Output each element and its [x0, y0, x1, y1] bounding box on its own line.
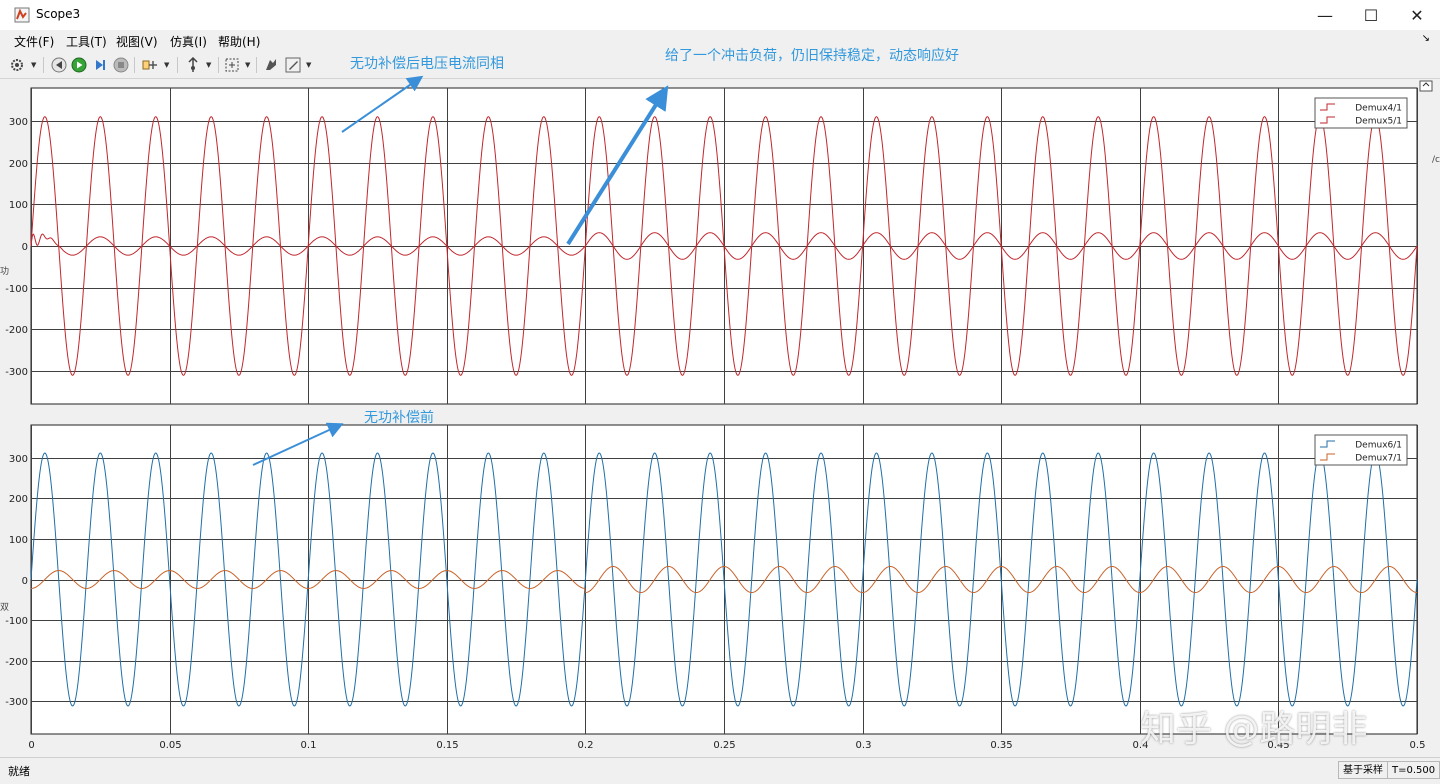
y-tick-label: -300 — [5, 367, 28, 378]
y-tick-label: 0 — [22, 242, 28, 253]
undock-icon[interactable]: ↘ — [1422, 33, 1430, 44]
minimize-button[interactable]: — — [1302, 0, 1348, 30]
status-ready: 就绪 — [8, 765, 30, 778]
annotation-impact-load: 给了一个冲击负荷，仍旧保持稳定，动态响应好 — [665, 48, 959, 64]
highlight-icon[interactable] — [262, 56, 280, 74]
x-tick-label: 0.5 — [1410, 740, 1426, 751]
run-icon[interactable] — [70, 56, 88, 74]
watermark-text: 知乎 @路明非 — [1140, 709, 1368, 750]
sampling-mode-indicator: 基于采样 — [1338, 761, 1388, 779]
y-tick-label: -100 — [5, 616, 28, 627]
close-icon: ✕ — [1410, 5, 1424, 25]
legend-label: Demux4/1 — [1355, 104, 1402, 114]
y-tick-label: 200 — [9, 494, 28, 505]
x-tick-label: 0.3 — [856, 740, 872, 751]
y-tick-label: 200 — [9, 159, 28, 170]
annotation-compensated: 无功补偿后电压电流同相 — [350, 56, 504, 72]
menu-file[interactable]: 文件(F) — [14, 33, 54, 50]
zoom-fit-icon[interactable] — [223, 56, 241, 74]
step-forward-icon[interactable] — [91, 56, 109, 74]
y-tick-label: -200 — [5, 325, 28, 336]
gear-icon[interactable] — [8, 56, 26, 74]
annotation-uncompensated: 无功补偿前 — [364, 410, 434, 426]
edit-style-icon[interactable] — [284, 56, 302, 74]
y-tick-label: 300 — [9, 454, 28, 465]
background-window-fragment: 双 — [0, 603, 10, 613]
style-dropdown-icon[interactable]: ▼ — [306, 61, 311, 69]
x-tick-label: 0.2 — [578, 740, 594, 751]
y-tick-label: 0 — [22, 576, 28, 587]
cursor-icon[interactable] — [184, 56, 202, 74]
minimize-icon: — — [1317, 5, 1333, 25]
settings-dropdown-icon[interactable]: ▼ — [31, 61, 36, 69]
signal-selector-icon[interactable] — [141, 56, 159, 74]
maximize-button[interactable]: ☐ — [1348, 0, 1394, 30]
legend[interactable]: Demux6/1 Demux7/1 — [1314, 434, 1408, 466]
background-window-fragment: /c — [1432, 155, 1440, 165]
title-bar: Scope3 — ☐ ✕ — [0, 0, 1440, 30]
menu-help[interactable]: 帮助(H) — [218, 33, 260, 50]
x-tick-label: 0 — [28, 740, 34, 751]
menu-simulation[interactable]: 仿真(I) — [170, 33, 207, 50]
menu-tools[interactable]: 工具(T) — [66, 33, 107, 50]
scope-axes-1[interactable]: 300 200 100 0 -100 -200 -300 Demux4/1 Demux5/1 — [5, 87, 1418, 405]
x-tick-label: 0.1 — [301, 740, 317, 751]
stop-icon[interactable] — [112, 56, 130, 74]
menu-view[interactable]: 视图(V) — [116, 33, 158, 50]
signal-dropdown-icon[interactable]: ▼ — [164, 61, 169, 69]
zoom-dropdown-icon[interactable]: ▼ — [245, 61, 250, 69]
x-tick-label: 0.35 — [990, 740, 1012, 751]
scope-app-icon — [14, 7, 30, 23]
legend-label: Demux6/1 — [1355, 441, 1402, 451]
background-window-fragment: 功 — [0, 267, 10, 277]
legend-label: Demux7/1 — [1355, 454, 1402, 464]
simulation-time: T=0.500 — [1387, 761, 1440, 779]
step-back-icon[interactable] — [50, 56, 68, 74]
y-tick-label: 100 — [9, 200, 28, 211]
y-tick-label: -100 — [5, 284, 28, 295]
window-title: Scope3 — [36, 7, 81, 21]
scope-plot-area: 300 200 100 0 -100 -200 -300 Demux4/1 Demux5/1 0 0… — [0, 79, 1440, 757]
legend-label: Demux5/1 — [1355, 117, 1402, 127]
scope-figure: 300 200 100 0 -100 -200 -300 Demux4/1 Demux5/1 0 0… — [5, 80, 1433, 751]
y-tick-label: -300 — [5, 697, 28, 708]
x-tick-label: 0.15 — [436, 740, 458, 751]
status-bar: 就绪 基于采样 T=0.500 — [0, 757, 1440, 784]
y-tick-label: 300 — [9, 117, 28, 128]
y-tick-label: -200 — [5, 657, 28, 668]
cursor-dropdown-icon[interactable]: ▼ — [206, 61, 211, 69]
maximize-icon: ☐ — [1363, 5, 1379, 25]
y-tick-label: 100 — [9, 535, 28, 546]
close-button[interactable]: ✕ — [1394, 0, 1440, 30]
x-tick-label: 0.05 — [159, 740, 181, 751]
x-tick-label: 0.25 — [713, 740, 735, 751]
legend[interactable]: Demux4/1 Demux5/1 — [1314, 97, 1408, 129]
